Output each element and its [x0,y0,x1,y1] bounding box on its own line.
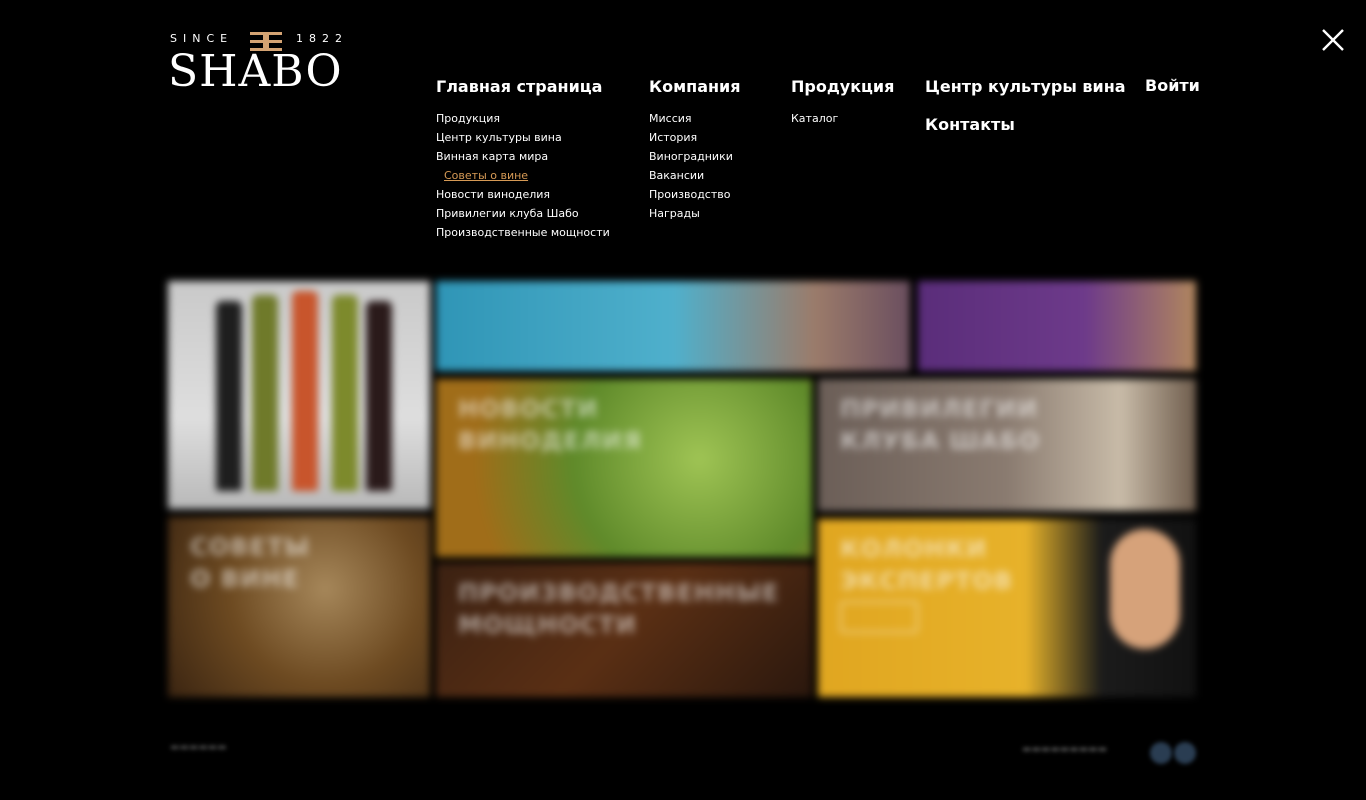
social-icon [1150,742,1172,764]
tile-news-label: Новости виноделия [458,395,643,455]
tile-production-label: Производственные мощности [458,579,780,639]
nav-column-products: Продукция Каталог [791,77,894,128]
logo-brand: SHABO [168,46,343,97]
nav-item-awards[interactable]: Награды [649,204,741,223]
close-icon[interactable] [1320,27,1346,53]
tile-experts-label: Колонки экспертов [840,535,1013,595]
nav-item-production-capacity[interactable]: Производственные мощности [436,223,610,242]
logo-since: SINCE 1822 [170,32,342,45]
logo-year: 1822 [296,32,348,45]
logo-since-text: SINCE [170,32,234,45]
tile-products [168,281,430,509]
nav-item-wine-map[interactable]: Винная карта мира [436,147,610,166]
nav-item-production[interactable]: Производство [649,185,741,204]
tile-expert-columns: Колонки экспертов [818,519,1196,697]
tile-production-capacity: Производственные мощности [436,563,812,697]
tile-winemaking-news: Новости виноделия [436,379,812,557]
nav-item-wine-tips[interactable]: Советы о вине [436,166,610,185]
login-link[interactable]: Войти [1145,76,1200,95]
footer-copyright: ▬▬▬▬▬▬ [170,742,227,753]
tile-club-privileges: Привилегии клуба Шабо [818,379,1196,511]
tile-wine-map [918,281,1196,371]
tile-wine-culture [436,281,910,371]
nav-heading-products[interactable]: Продукция [791,77,894,97]
nav-item-products[interactable]: Продукция [436,109,610,128]
nav-heading-home[interactable]: Главная страница [436,77,610,97]
tile-tips-label: Советы о вине [190,533,310,593]
nav-list-products: Каталог [791,109,894,128]
shabo-logo[interactable]: SINCE 1822 SHABO [168,32,370,97]
expert-photo [1110,529,1180,649]
footer-credits: ▬▬▬▬▬▬▬▬▬ [1022,744,1108,755]
tile-privileges-label: Привилегии клуба Шабо [840,395,1041,455]
nav-item-club-privileges[interactable]: Привилегии клуба Шабо [436,204,610,223]
social-icon [1174,742,1196,764]
nav-item-catalog[interactable]: Каталог [791,109,894,128]
nav-link-culture-center[interactable]: Центр культуры вина [925,77,1126,96]
nav-item-vineyards[interactable]: Виноградники [649,147,741,166]
nav-heading-company[interactable]: Компания [649,77,741,97]
tile-experts-button [840,601,918,633]
nav-item-history[interactable]: История [649,128,741,147]
tile-wine-tips: Советы о вине [168,517,430,697]
nav-list-home: Продукция Центр культуры вина Винная кар… [436,109,610,242]
nav-link-contacts[interactable]: Контакты [925,115,1015,134]
nav-column-company: Компания Миссия История Виноградники Вак… [649,77,741,223]
nav-list-company: Миссия История Виноградники Вакансии Про… [649,109,741,223]
nav-item-mission[interactable]: Миссия [649,109,741,128]
nav-item-culture-center[interactable]: Центр культуры вина [436,128,610,147]
tile-grid: Новости виноделия Привилегии клуба Шабо … [166,281,1196,697]
nav-item-vacancies[interactable]: Вакансии [649,166,741,185]
nav-item-winemaking-news[interactable]: Новости виноделия [436,185,610,204]
nav-column-home: Главная страница Продукция Центр культур… [436,77,610,242]
